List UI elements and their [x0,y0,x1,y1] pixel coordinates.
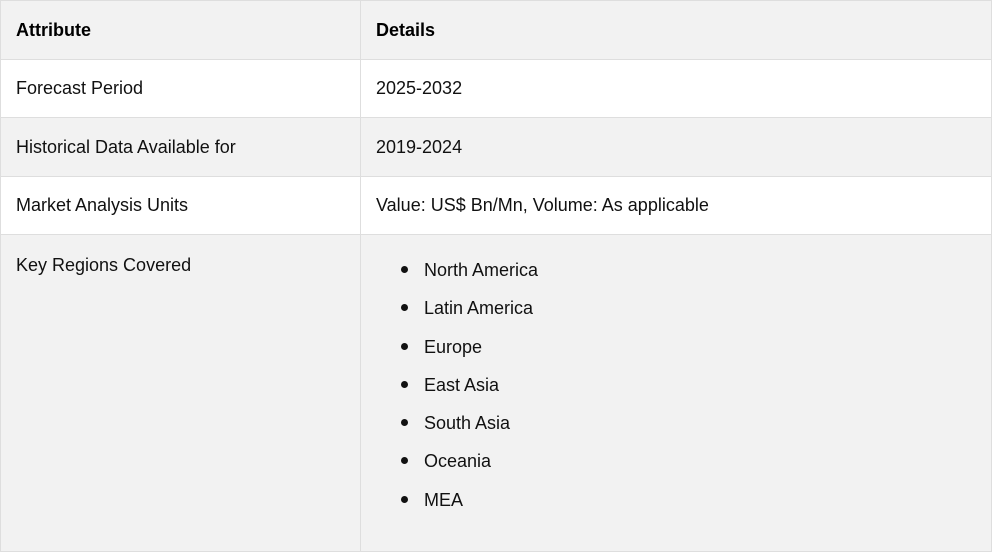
row-details: North America Latin America Europe East … [360,234,992,552]
list-item: East Asia [401,372,991,410]
row-attribute: Historical Data Available for [0,117,361,177]
list-item: MEA [401,487,991,525]
table-row: Forecast Period 2025-2032 [0,59,992,118]
header-details: Details [360,0,992,60]
regions-label: Key Regions Covered [16,255,192,275]
row-details: 2025-2032 [360,59,992,118]
table-row: Key Regions Covered North America Latin … [0,234,992,552]
row-attribute: Key Regions Covered [0,234,361,552]
table-row: Market Analysis Units Value: US$ Bn/Mn, … [0,176,992,235]
list-item: Latin America [401,295,991,333]
row-details: Value: US$ Bn/Mn, Volume: As applicable [360,176,992,235]
row-attribute: Market Analysis Units [0,176,361,235]
attribute-details-table: Attribute Details Forecast Period 2025-2… [0,0,992,552]
list-item: North America [401,257,991,295]
regions-list: North America Latin America Europe East … [376,257,991,525]
list-item: Oceania [401,448,991,486]
row-attribute: Forecast Period [0,59,361,118]
list-item: Europe [401,334,991,372]
table-row: Historical Data Available for 2019-2024 [0,117,992,177]
header-attribute: Attribute [0,0,361,60]
list-item: South Asia [401,410,991,448]
row-details: 2019-2024 [360,117,992,177]
table-header-row: Attribute Details [0,0,992,60]
